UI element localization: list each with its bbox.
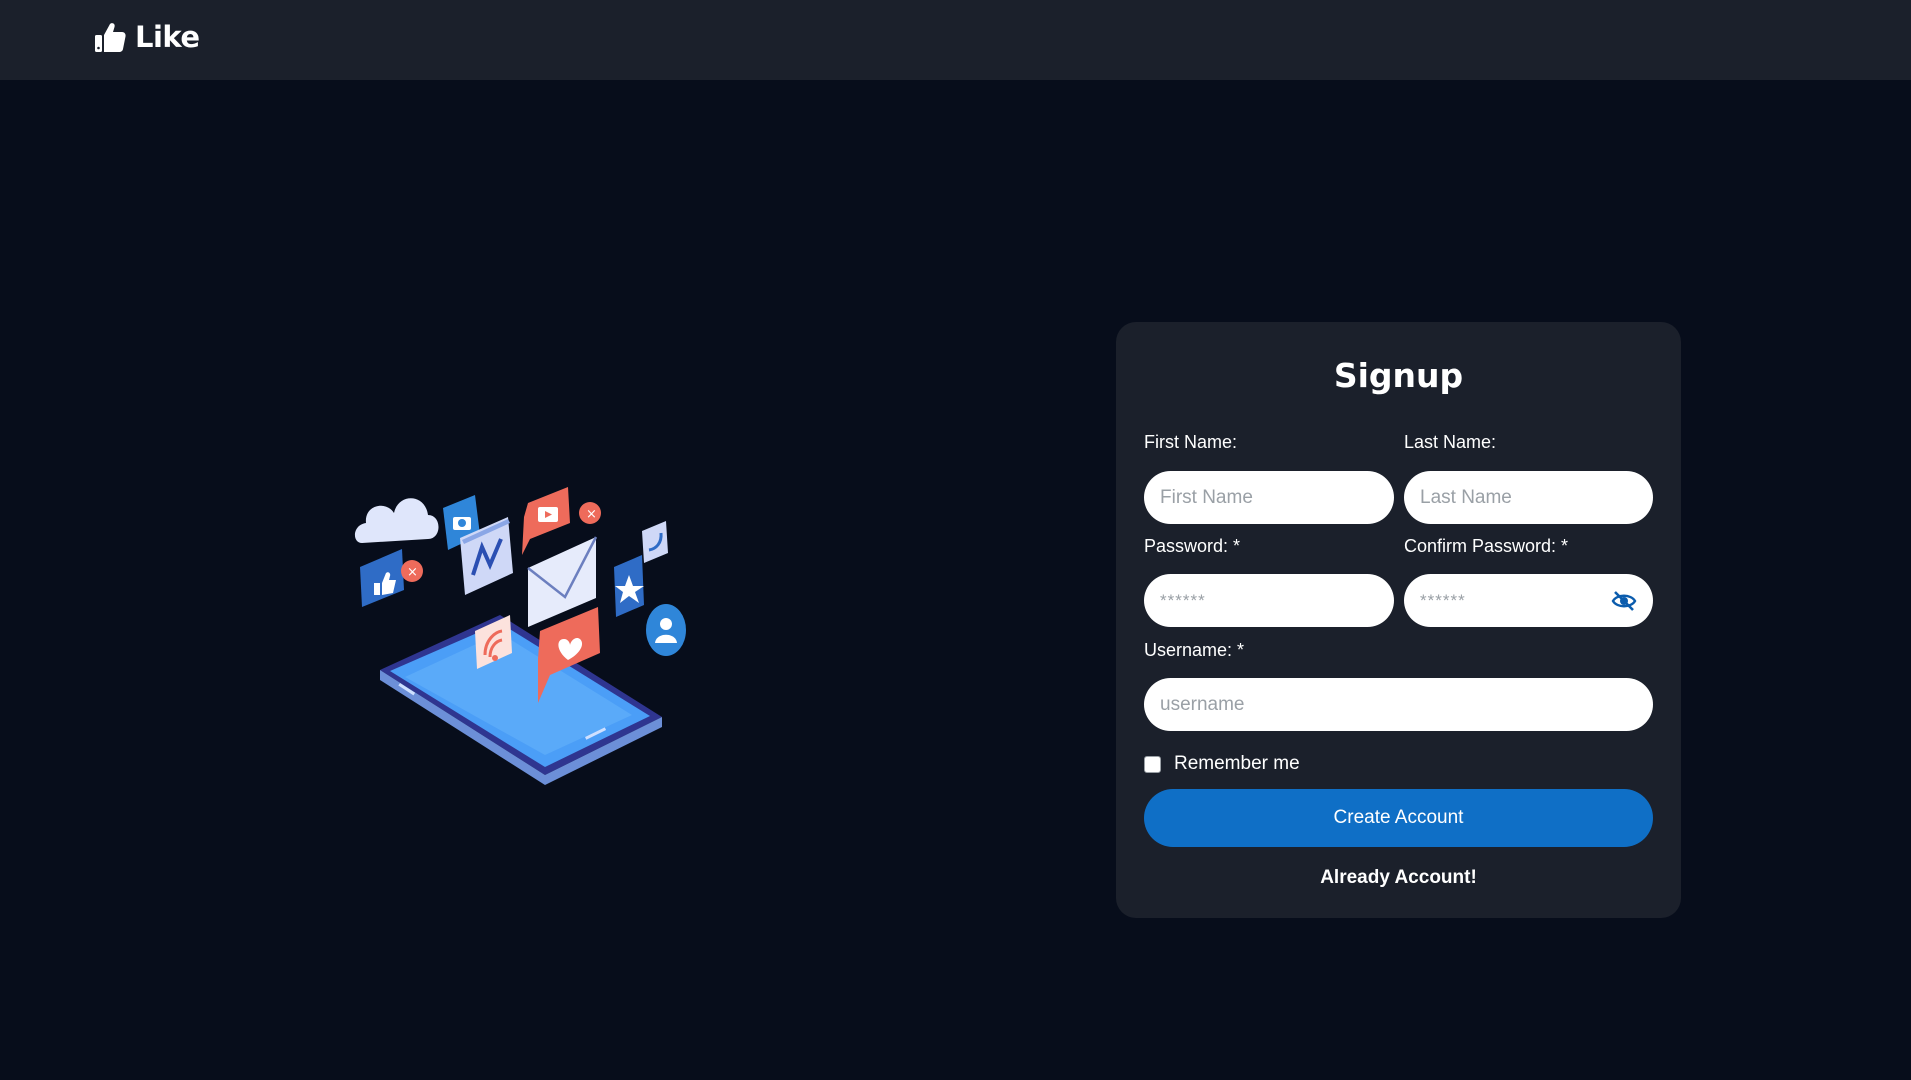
phone-illustration [380, 615, 662, 785]
cloud-icon [354, 498, 439, 543]
first-name-field[interactable] [1144, 471, 1394, 524]
svg-text:×: × [407, 565, 418, 580]
remember-me-checkbox[interactable] [1144, 756, 1161, 773]
last-name-label: Last Name: [1404, 432, 1497, 452]
last-name-field[interactable] [1404, 471, 1653, 524]
already-account-link[interactable]: Already Account! [1116, 867, 1681, 889]
top-navbar: Like [0, 0, 1911, 80]
username-label: Username: * [1144, 640, 1245, 660]
password-field[interactable] [1144, 574, 1394, 627]
first-name-label: First Name: [1144, 432, 1238, 452]
twitter-icon [642, 521, 668, 563]
password-label: Password: * [1144, 536, 1241, 556]
brand-name: Like [135, 20, 200, 54]
svg-text:×: × [586, 507, 597, 522]
star-icon [614, 555, 644, 617]
username-field[interactable] [1144, 678, 1653, 731]
thumbs-up-icon [95, 23, 126, 52]
form-title: Signup [1333, 356, 1464, 395]
eye-slash-icon[interactable] [1611, 590, 1637, 612]
brand-logo-link[interactable]: Like [93, 20, 200, 54]
social-media-phone-illustration: × × [354, 487, 686, 785]
create-account-button[interactable]: Create Account [1144, 789, 1653, 847]
like-bubble-icon: × [360, 549, 423, 607]
remember-me-label: Remember me [1174, 753, 1300, 774]
user-icon [646, 604, 686, 656]
confirm-password-label: Confirm Password: * [1404, 536, 1569, 556]
signup-card: Signup First Name: Last Name: Password: … [1116, 322, 1681, 918]
